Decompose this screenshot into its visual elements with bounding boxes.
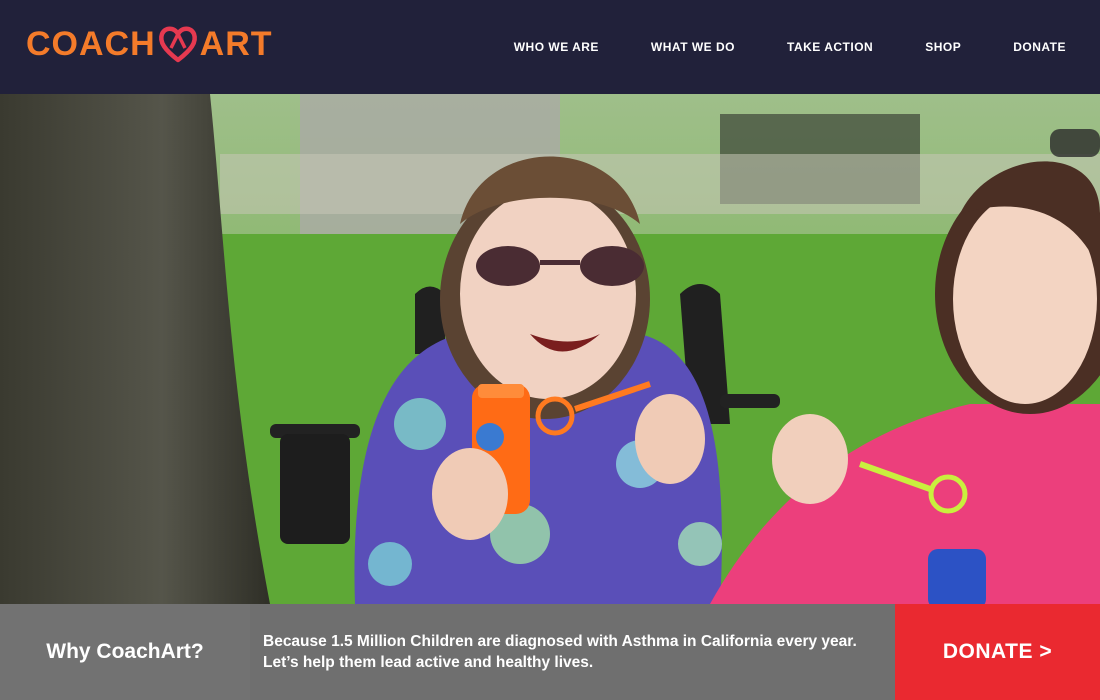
donate-button[interactable]: DONATE >: [895, 604, 1100, 700]
callout-message: Because 1.5 Million Children are diagnos…: [250, 604, 895, 700]
site-header: COACH ART WHO WE ARE WHAT WE DO TAKE ACT…: [0, 0, 1100, 94]
callout-message-text: Because 1.5 Million Children are diagnos…: [263, 633, 857, 671]
hero-photo-illustration: [0, 94, 1100, 604]
nav-what-we-do[interactable]: WHAT WE DO: [651, 40, 735, 54]
callout-bar: Why CoachArt? Because 1.5 Million Childr…: [0, 604, 1100, 700]
main-nav: WHO WE ARE WHAT WE DO TAKE ACTION SHOP D…: [514, 0, 1066, 94]
logo-text-art: ART: [199, 24, 273, 63]
heart-logo-icon: [158, 26, 197, 63]
nav-shop[interactable]: SHOP: [925, 40, 961, 54]
nav-donate[interactable]: DONATE: [1013, 40, 1066, 54]
logo-text-coach: COACH: [26, 24, 156, 63]
why-coachart-label: Why CoachArt?: [0, 604, 250, 700]
coachart-logo[interactable]: COACH ART: [26, 24, 273, 64]
nav-who-we-are[interactable]: WHO WE ARE: [514, 40, 599, 54]
hero-image: [0, 94, 1100, 604]
nav-take-action[interactable]: TAKE ACTION: [787, 40, 873, 54]
